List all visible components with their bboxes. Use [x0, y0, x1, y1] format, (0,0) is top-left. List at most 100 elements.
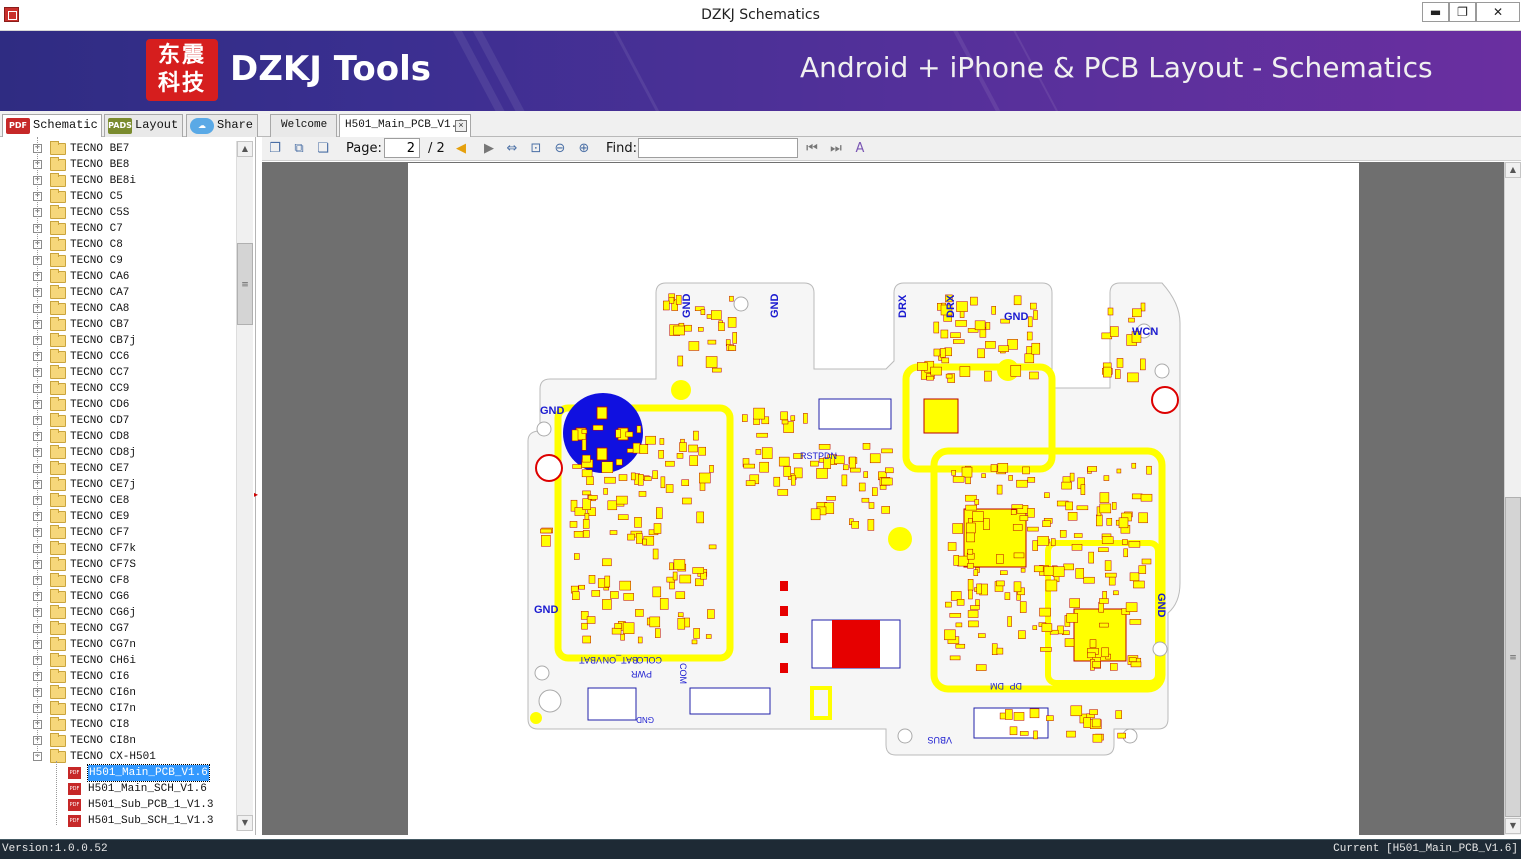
tree-folder-item[interactable]: + TECNO CA8: [0, 301, 234, 317]
pcb-component: [933, 321, 940, 334]
pcb-component: [1101, 536, 1114, 544]
tree-folder-item[interactable]: + TECNO BE8: [0, 157, 234, 173]
scroll-thumb[interactable]: ≡: [237, 243, 253, 325]
tree-folder-item[interactable]: + TECNO CD7: [0, 413, 234, 429]
find-input[interactable]: [638, 138, 798, 158]
tab-document[interactable]: H501_Main_PCB_V1.6 ×: [339, 114, 471, 137]
tree-folder-item[interactable]: − TECNO CX-H501: [0, 749, 234, 765]
pcb-component: [997, 463, 1009, 473]
pcb-component: [620, 633, 625, 641]
tab-close-icon[interactable]: ×: [455, 120, 467, 132]
tree-folder-item[interactable]: + TECNO CB7: [0, 317, 234, 333]
pcb-component: [695, 578, 704, 587]
tree-folder-item[interactable]: + TECNO CB7j: [0, 333, 234, 349]
pcb-component: [645, 435, 656, 445]
tree-folder-item[interactable]: + TECNO CI6n: [0, 685, 234, 701]
scroll-up-icon[interactable]: ▲: [237, 141, 253, 157]
tab-layout[interactable]: PADS Layout: [104, 114, 183, 137]
paste-icon[interactable]: ❏: [314, 140, 332, 158]
tree-folder-item[interactable]: + TECNO CD6: [0, 397, 234, 413]
tree-file-item[interactable]: PDF H501_Sub_PCB_1_V1.3: [0, 797, 234, 813]
pcb-component: [981, 473, 986, 478]
tree-folder-item[interactable]: + TECNO BE7: [0, 141, 234, 157]
viewer-scroll-up-icon[interactable]: ▲: [1505, 162, 1521, 178]
maximize-button[interactable]: ❐: [1449, 2, 1476, 22]
minimize-button[interactable]: ▬: [1422, 2, 1449, 22]
find-next-icon[interactable]: ⏭: [827, 140, 845, 158]
tree-folder-item[interactable]: + TECNO CD8: [0, 429, 234, 445]
copy-page-icon[interactable]: ⧉: [290, 140, 308, 158]
zoom-out-icon[interactable]: ⊖: [551, 140, 569, 158]
tab-welcome[interactable]: Welcome: [270, 114, 337, 137]
copy-icon[interactable]: ❐: [266, 140, 284, 158]
tree-folder-item[interactable]: + TECNO C5: [0, 189, 234, 205]
tree-folder-item[interactable]: + TECNO CF7k: [0, 541, 234, 557]
pcb-component: [1116, 468, 1122, 474]
close-button[interactable]: ✕: [1476, 2, 1520, 22]
viewer-scroll-down-icon[interactable]: ▼: [1505, 818, 1521, 834]
page-number-input[interactable]: [384, 138, 420, 158]
tree-folder-item[interactable]: + TECNO CE8: [0, 493, 234, 509]
tree-folder-item[interactable]: + TECNO C5S: [0, 205, 234, 221]
tree-folder-item[interactable]: + TECNO C9: [0, 253, 234, 269]
tree-folder-item[interactable]: + TECNO CA6: [0, 269, 234, 285]
tree-folder-item[interactable]: + TECNO CF7: [0, 525, 234, 541]
tree-folder-item[interactable]: + TECNO CA7: [0, 285, 234, 301]
tree-folder-item[interactable]: + TECNO CG7n: [0, 637, 234, 653]
tree-folder-item[interactable]: + TECNO CG6: [0, 589, 234, 605]
find-prev-icon[interactable]: ⏮: [803, 140, 821, 158]
tree-folder-item[interactable]: + TECNO CI6: [0, 669, 234, 685]
pcb-component: [1105, 572, 1117, 578]
pcb-component: [1000, 570, 1008, 575]
tree-folder-item[interactable]: + TECNO CE9: [0, 509, 234, 525]
tree-folder-item[interactable]: + TECNO CC6: [0, 349, 234, 365]
splitter-arrow-icon[interactable]: ▸: [254, 490, 258, 499]
tree-folder-item[interactable]: + TECNO BE8i: [0, 173, 234, 189]
tree-folder-item[interactable]: + TECNO CG7: [0, 621, 234, 637]
pcb-component: [689, 455, 698, 466]
tree-folder-item[interactable]: + TECNO CF7S: [0, 557, 234, 573]
pcb-component: [953, 555, 959, 566]
folder-icon: [50, 397, 66, 411]
fit-page-icon[interactable]: ⊡: [527, 140, 545, 158]
tree-folder-item[interactable]: + TECNO CI7n: [0, 701, 234, 717]
folder-icon: [50, 285, 66, 299]
tree-folder-item[interactable]: + TECNO CG6j: [0, 605, 234, 621]
tree-file-item[interactable]: PDF H501_Main_PCB_V1.6: [0, 764, 234, 782]
pcb-component: [1122, 539, 1128, 545]
pcb-label-gnd-7: GND: [636, 715, 654, 724]
tree-file-item[interactable]: PDF H501_Main_SCH_V1.6: [0, 781, 234, 797]
pdf-viewer[interactable]: GND GND DRX DRX GND WCN GND RSTPDN GND G…: [262, 162, 1504, 835]
tree-scrollbar[interactable]: ▲ ≡ ▼: [236, 141, 253, 831]
next-page-icon[interactable]: ▶: [480, 140, 498, 158]
tree-folder-item[interactable]: + TECNO CE7j: [0, 477, 234, 493]
zoom-in-icon[interactable]: ⊕: [575, 140, 593, 158]
tree-folder-item[interactable]: + TECNO CE7: [0, 461, 234, 477]
tree-folder-item[interactable]: + TECNO CC7: [0, 365, 234, 381]
tree-folder-item[interactable]: + TECNO CF8: [0, 573, 234, 589]
tree-folder-item[interactable]: + TECNO CC9: [0, 381, 234, 397]
tab-share[interactable]: ☁ Share: [186, 114, 258, 137]
tree-folder-label: TECNO C5: [70, 191, 123, 203]
viewer-scrollbar[interactable]: ▲ ≡ ▼: [1504, 162, 1521, 835]
fit-width-icon[interactable]: ⇔: [503, 140, 521, 158]
tab-schematic[interactable]: PDF Schematic: [2, 114, 102, 138]
tree-folder-item[interactable]: + TECNO C8: [0, 237, 234, 253]
pcb-component: [953, 339, 965, 344]
pcb-component: [1070, 705, 1083, 717]
tree-folder-item[interactable]: + TECNO CI8: [0, 717, 234, 733]
tree-folder-item[interactable]: + TECNO CD8j: [0, 445, 234, 461]
tree-folder-item[interactable]: + TECNO CI8n: [0, 733, 234, 749]
prev-page-icon[interactable]: ◀: [452, 140, 470, 158]
viewer-scroll-thumb[interactable]: ≡: [1505, 497, 1521, 817]
scroll-down-icon[interactable]: ▼: [237, 815, 253, 831]
tab-strip: PDF Schematic PADS Layout ☁ Share Welcom…: [0, 111, 1521, 138]
tree-folder-item[interactable]: + TECNO CH6i: [0, 653, 234, 669]
tree-file-item[interactable]: PDF H501_Sub_SCH_1_V1.3: [0, 813, 234, 829]
pcb-component: [1087, 466, 1097, 472]
tree-folder-item[interactable]: + TECNO C7: [0, 221, 234, 237]
pcb-component: [574, 553, 580, 560]
highlight-icon[interactable]: A: [851, 140, 869, 158]
tab-schematic-label: Schematic: [33, 118, 98, 132]
pcb-component: [850, 467, 861, 473]
